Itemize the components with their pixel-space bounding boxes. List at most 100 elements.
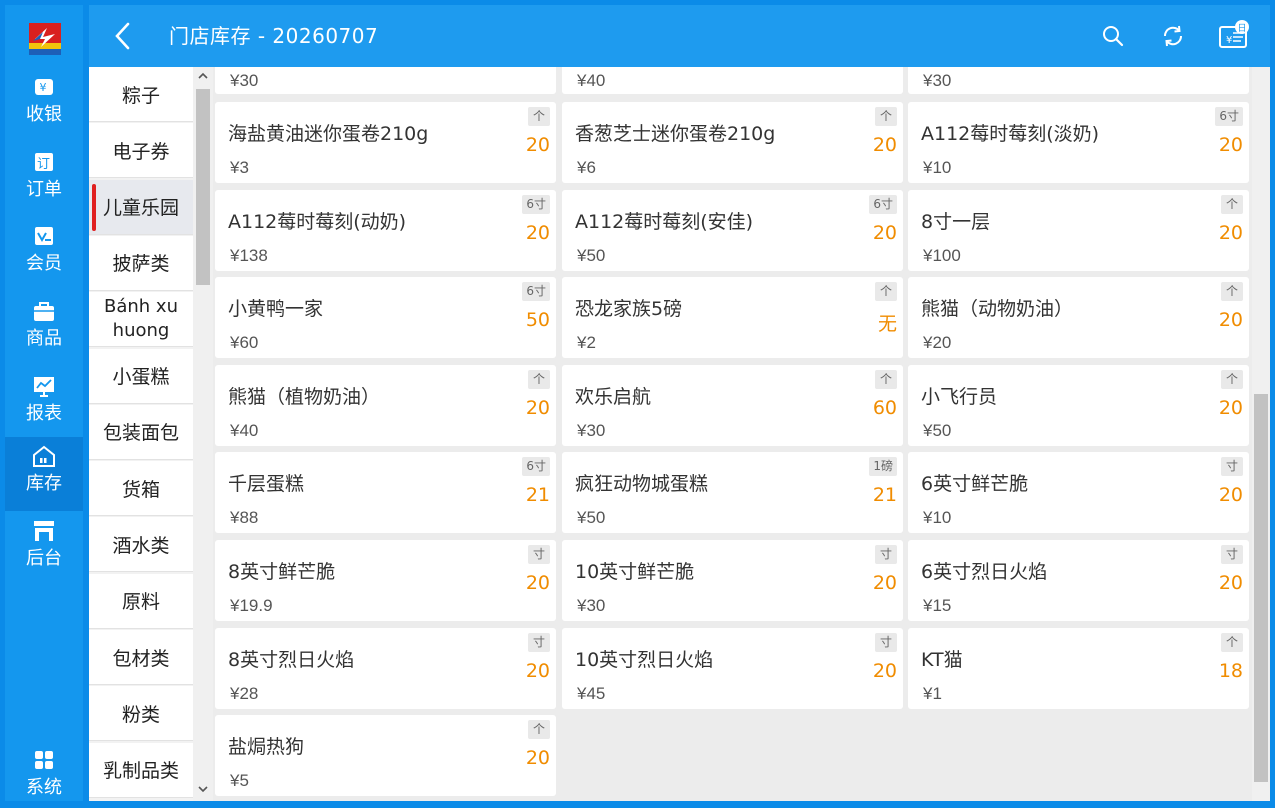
category-item[interactable]: 包材类 — [89, 630, 193, 685]
left-nav-rail: ¥ 收银订订单 会员 商品 报表 库存 后台 系统 — [5, 5, 83, 801]
product-card-partial[interactable]: ¥30 — [215, 67, 556, 94]
nav-item-7[interactable]: 系统 — [5, 741, 83, 808]
nav-item-5[interactable]: 库存 — [5, 437, 83, 511]
cashier-icon: ¥ — [35, 79, 53, 95]
product-card[interactable]: 熊猫（动物奶油） 个 20 ¥20 — [908, 277, 1249, 359]
product-card[interactable]: A112莓时莓刻(安佳) 6寸 20 ¥50 — [562, 189, 903, 271]
stock-count: 20 — [525, 747, 550, 770]
nav-item-3[interactable]: 商品 — [5, 292, 83, 366]
order-icon: 订 — [35, 153, 53, 172]
category-item[interactable]: 原料 — [89, 573, 193, 629]
nav-item-0[interactable]: ¥ 收银 — [5, 68, 83, 142]
product-card[interactable]: 小黄鸭一家 6寸 50 ¥60 — [215, 277, 556, 359]
product-name: A112莓时莓刻(动奶) — [228, 210, 407, 233]
product-card[interactable]: 10英寸鲜芒脆 寸 20 ¥30 — [562, 540, 903, 621]
daily-report-icon[interactable]: ¥ 日 — [1217, 19, 1251, 53]
product-card[interactable]: 8英寸鲜芒脆 寸 20 ¥19.9 — [215, 540, 556, 621]
product-card[interactable]: 疯狂动物城蛋糕 1磅 21 ¥50 — [562, 452, 903, 534]
product-card[interactable]: 千层蛋糕 6寸 21 ¥88 — [215, 452, 556, 534]
category-item[interactable]: 货箱 — [89, 461, 193, 517]
stock-count: 20 — [1218, 309, 1243, 332]
product-card[interactable]: 盐焗热狗 个 20 ¥5 — [215, 715, 556, 797]
product-name: 小飞行员 — [921, 385, 998, 408]
category-item[interactable]: 粉类 — [89, 686, 193, 742]
category-item[interactable]: 披萨类 — [89, 235, 193, 291]
category-item[interactable]: 小蛋糕 — [89, 348, 193, 404]
nav-label: 订单 — [26, 179, 62, 200]
nav-item-4[interactable]: 报表 — [5, 367, 83, 441]
chevron-down-icon[interactable] — [198, 784, 208, 794]
product-card[interactable]: 6英寸烈日火焰 寸 20 ¥15 — [908, 540, 1249, 621]
chevron-up-icon[interactable] — [198, 71, 208, 81]
product-price: ¥50 — [577, 508, 606, 528]
refresh-icon[interactable] — [1159, 22, 1187, 50]
report-chart-icon — [34, 377, 54, 397]
product-card[interactable]: 海盐黄油迷你蛋卷210g 个 20 ¥3 — [215, 102, 556, 183]
product-price: ¥40 — [577, 71, 606, 90]
product-price: ¥88 — [230, 508, 259, 528]
search-icon[interactable] — [1099, 22, 1127, 50]
product-card[interactable]: 6英寸鲜芒脆 寸 20 ¥10 — [908, 452, 1249, 534]
category-scroll-thumb[interactable] — [196, 89, 210, 285]
unit-badge: 寸 — [875, 545, 897, 564]
nav-item-2[interactable]: 会员 — [5, 217, 83, 291]
product-price: ¥2 — [577, 333, 596, 353]
category-item[interactable]: 电子券 — [89, 123, 193, 179]
store-icon — [34, 521, 54, 541]
nav-label: 后台 — [26, 548, 62, 569]
product-price: ¥20 — [923, 333, 952, 353]
product-card-partial[interactable]: ¥40 — [562, 67, 903, 94]
unit-badge: 个 — [528, 369, 550, 389]
product-card[interactable]: 恐龙家族5磅 个无 ¥2 — [562, 277, 903, 359]
product-card-partial[interactable]: ¥30 — [908, 67, 1249, 94]
product-card[interactable]: 香葱芝士迷你蛋卷210g 个 20 ¥6 — [562, 102, 903, 183]
member-icon — [35, 227, 53, 245]
nav-label: 收银 — [26, 104, 62, 125]
product-name: 欢乐启航 — [575, 385, 652, 408]
product-grid: ¥30 ¥40 ¥30 海盐黄油迷你蛋卷210g 个 20 ¥3 香葱芝士迷你蛋卷210g 个 2… — [213, 67, 1252, 801]
product-scroll-thumb[interactable] — [1254, 394, 1268, 782]
product-card[interactable]: 熊猫（植物奶油） 个 20 ¥40 — [215, 364, 556, 446]
svg-text:¥: ¥ — [40, 81, 47, 94]
category-item[interactable]: 儿童乐园 — [89, 179, 193, 235]
product-name: 6英寸鲜芒脆 — [921, 473, 1029, 496]
product-card[interactable]: 8英寸烈日火焰 寸 20 ¥28 — [215, 627, 556, 709]
category-scrollbar[interactable] — [193, 67, 213, 801]
unit-badge: 1磅 — [869, 457, 897, 477]
back-arrow-icon[interactable] — [107, 19, 141, 53]
product-price: ¥19.9 — [230, 596, 273, 615]
stock-count: 20 — [872, 134, 897, 156]
product-name: 熊猫（植物奶油） — [228, 385, 381, 408]
product-scrollbar[interactable] — [1252, 67, 1270, 801]
unit-badge: 个 — [875, 369, 897, 389]
category-item[interactable]: Bánh xu huong — [89, 292, 193, 348]
category-item[interactable]: 粽子 — [89, 67, 193, 122]
product-name: 8英寸鲜芒脆 — [228, 561, 336, 583]
product-price: ¥10 — [923, 158, 952, 177]
unit-badge: 6寸 — [522, 282, 550, 302]
product-card[interactable]: A112莓时莓刻(动奶) 6寸 20 ¥138 — [215, 189, 556, 271]
unit-badge: 个 — [1221, 194, 1243, 214]
product-name: A112莓时莓刻(安佳) — [575, 210, 754, 233]
product-card[interactable]: 10英寸烈日火焰 寸 20 ¥45 — [562, 627, 903, 709]
product-price: ¥50 — [577, 245, 606, 265]
nav-item-6[interactable]: 后台 — [5, 512, 83, 586]
unit-badge: 个 — [1221, 369, 1243, 389]
product-card[interactable]: A112莓时莓刻(淡奶) 6寸 20 ¥10 — [908, 102, 1249, 183]
stock-count: 20 — [525, 221, 550, 244]
stock-count: 20 — [872, 221, 897, 244]
product-name: 千层蛋糕 — [228, 473, 305, 496]
product-card[interactable]: 8寸一层 个 20 ¥100 — [908, 189, 1249, 271]
category-item[interactable]: 酒水类 — [89, 517, 193, 573]
category-item[interactable]: 乳制品类 — [89, 742, 193, 798]
product-card[interactable]: 欢乐启航 个 60 ¥30 — [562, 364, 903, 446]
product-name: 熊猫（动物奶油） — [921, 298, 1074, 321]
stock-count: 20 — [872, 659, 897, 682]
category-item[interactable]: 包装面包 — [89, 404, 193, 460]
stock-count: 60 — [872, 396, 897, 419]
product-name: 10英寸烈日火焰 — [575, 648, 714, 671]
product-card[interactable]: 小飞行员 个 20 ¥50 — [908, 364, 1249, 446]
product-card[interactable]: KT猫 个 18 ¥1 — [908, 627, 1249, 709]
nav-item-1[interactable]: 订订单 — [5, 143, 83, 217]
stock-count: 20 — [525, 396, 550, 419]
